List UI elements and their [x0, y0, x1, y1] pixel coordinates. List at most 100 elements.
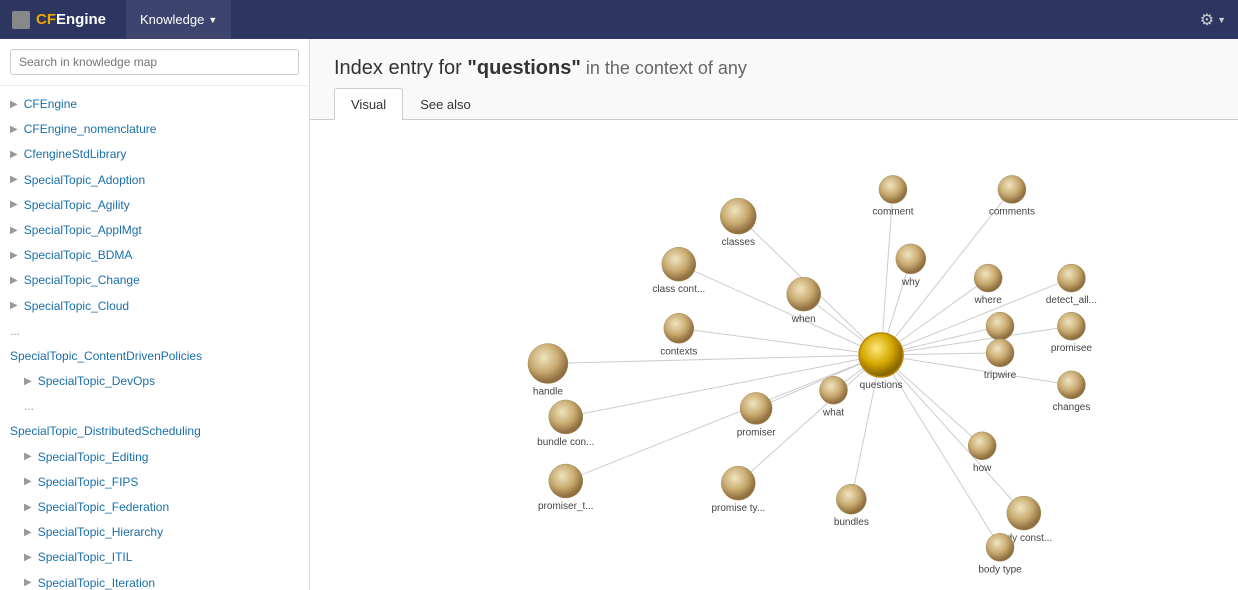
sidebar-item-label: SpecialTopic_Federation	[38, 498, 169, 517]
node-group[interactable]: changes	[1053, 371, 1091, 413]
node-group[interactable]: when	[787, 277, 821, 325]
node-group[interactable]: promisee	[1051, 312, 1093, 354]
node-label: questions	[860, 380, 903, 391]
gear-dropdown-icon: ▼	[1217, 15, 1226, 25]
sidebar-item-label: SpecialTopic_Change	[24, 271, 140, 290]
nav-knowledge[interactable]: Knowledge ▼	[126, 0, 231, 39]
edge	[881, 278, 1071, 355]
tab-visual[interactable]: Visual	[334, 88, 403, 120]
sidebar-item[interactable]: ▶SpecialTopic_Agility	[0, 193, 309, 218]
gear-icon: ⚙	[1200, 10, 1214, 30]
node-label: handle	[533, 387, 563, 398]
content-area: Index entry for "questions" in the conte…	[310, 39, 1238, 590]
nav-items: Knowledge ▼	[126, 0, 231, 39]
chevron-right-icon: ▶	[24, 525, 32, 541]
chevron-right-icon: ▶	[10, 298, 18, 314]
node-group[interactable]: promise ty...	[711, 466, 765, 514]
node-label: why	[901, 277, 920, 288]
chevron-right-icon: ▶	[24, 374, 32, 390]
node-group[interactable]: questions	[859, 333, 903, 391]
node-circle	[896, 244, 926, 274]
sidebar-item[interactable]: ▶ CFEngine_nomenclature	[0, 117, 309, 142]
node-circle	[879, 175, 907, 203]
sidebar-item[interactable]: ▶ SpecialTopic_BDMA	[0, 243, 309, 268]
sidebar-item-label: CFEngine_nomenclature	[24, 120, 157, 139]
node-label: classes	[722, 237, 755, 248]
chevron-right-icon: ▶	[24, 449, 32, 465]
node-label: bundles	[834, 517, 869, 528]
sidebar-item[interactable]: ▶CFEngine	[0, 92, 309, 117]
sidebar-item-label: SpecialTopic_Cloud	[24, 297, 129, 316]
node-group[interactable]: what	[819, 376, 847, 418]
node-label: comment	[872, 206, 913, 217]
node-circle	[968, 432, 996, 460]
node-group[interactable]: promiser_t...	[538, 464, 594, 512]
chevron-right-icon: ▶	[24, 550, 32, 566]
node-group[interactable]: why	[896, 244, 926, 288]
node-label: changes	[1053, 402, 1091, 413]
node-group[interactable]: bundle con...	[537, 400, 594, 448]
sidebar-item-label: SpecialTopic_ApplMgt	[24, 221, 142, 240]
top-navigation: CFEngine Knowledge ▼ ⚙ ▼	[0, 0, 1238, 39]
node-label: where	[974, 295, 1003, 306]
sidebar-item[interactable]: ▶SpecialTopic_Iteration	[0, 571, 309, 590]
sidebar-item[interactable]: ▶SpecialTopic_ApplMgt	[0, 218, 309, 243]
sidebar-item[interactable]: ▶ SpecialTopic_Editing	[0, 445, 309, 470]
node-group[interactable]: classes	[720, 198, 756, 248]
sidebar-item[interactable]: ▶SpecialTopic_Change	[0, 268, 309, 293]
node-group[interactable]: bundles	[834, 484, 869, 528]
node-label: body type	[978, 564, 1022, 575]
sidebar-item-label: SpecialTopic_Agility	[24, 196, 130, 215]
sidebar-item-label: SpecialTopic_Editing	[38, 448, 149, 467]
node-label: what	[822, 407, 844, 418]
node-circle	[720, 198, 756, 234]
node-group[interactable]: comments	[989, 175, 1035, 217]
nav-knowledge-label: Knowledge	[140, 12, 204, 27]
node-label: class cont...	[652, 284, 705, 295]
node-group[interactable]: contexts	[660, 313, 697, 357]
node-circle	[662, 247, 696, 281]
sidebar-item-label: SpecialTopic_Adoption	[24, 171, 145, 190]
sidebar-item-label: SpecialTopic_Hierarchy	[38, 523, 163, 542]
logo-text: CFEngine	[36, 11, 106, 28]
node-group[interactable]: where	[974, 264, 1003, 306]
sidebar-item-label: CFEngine	[24, 95, 77, 114]
node-circle	[528, 344, 568, 384]
sidebar-item[interactable]: ...	[0, 394, 309, 419]
node-label: contexts	[660, 346, 697, 357]
chevron-right-icon: ▶	[24, 474, 32, 490]
node-label: tripwire	[984, 370, 1017, 381]
sidebar-item[interactable]: SpecialTopic_DistributedScheduling	[0, 419, 309, 444]
node-group[interactable]: how	[968, 432, 996, 474]
chevron-right-icon: ▶	[10, 122, 18, 138]
edge	[548, 355, 881, 364]
tab-see-also[interactable]: See also	[403, 88, 488, 120]
sidebar-item[interactable]: ▶SpecialTopic_Adoption	[0, 168, 309, 193]
sidebar-item[interactable]: ▶ SpecialTopic_Hierarchy	[0, 520, 309, 545]
sidebar-item-label: SpecialTopic_BDMA	[24, 246, 133, 265]
edge	[881, 326, 1071, 355]
sidebar-item[interactable]: ▶SpecialTopic_ITIL	[0, 545, 309, 570]
node-group[interactable]: class cont...	[652, 247, 705, 295]
sidebar-item[interactable]: SpecialTopic_ContentDrivenPolicies	[0, 344, 309, 369]
sidebar: ▶CFEngine▶CFEngine_nomenclature▶Cfengine…	[0, 39, 310, 590]
logo: CFEngine	[12, 11, 106, 29]
node-group[interactable]: handle	[528, 344, 568, 398]
tabs: Visual See also	[310, 88, 1238, 120]
settings-menu[interactable]: ⚙ ▼	[1200, 10, 1226, 30]
chevron-right-icon: ▶	[10, 248, 18, 264]
node-group[interactable]: comment	[872, 175, 913, 217]
search-input[interactable]	[10, 49, 299, 75]
sidebar-item[interactable]: ▶SpecialTopic_DevOps	[0, 369, 309, 394]
sidebar-item[interactable]: ▶CfengineStdLibrary	[0, 142, 309, 167]
sidebar-item[interactable]: ▶SpecialTopic_FIPS	[0, 470, 309, 495]
sidebar-item[interactable]: ▶ SpecialTopic_Cloud	[0, 294, 309, 319]
node-circle	[1057, 312, 1085, 340]
main-layout: ▶CFEngine▶CFEngine_nomenclature▶Cfengine…	[0, 39, 1238, 590]
sidebar-item[interactable]: ▶SpecialTopic_Federation	[0, 495, 309, 520]
node-circle	[1057, 371, 1085, 399]
sidebar-item[interactable]: ...	[0, 319, 309, 344]
search-box	[0, 39, 309, 86]
sidebar-item-label: SpecialTopic_ContentDrivenPolicies	[10, 347, 202, 366]
node-group[interactable]: tripwire	[984, 339, 1017, 381]
